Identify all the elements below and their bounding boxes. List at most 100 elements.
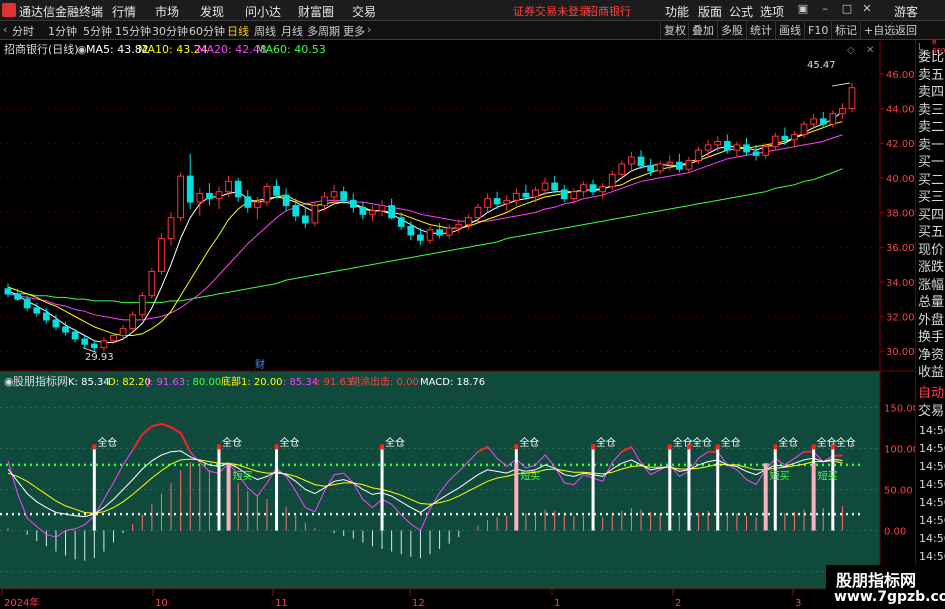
login-warning[interactable]: 证券交易未登录 [513, 3, 590, 19]
price-axis-label: 44.00 [886, 105, 915, 116]
candle-body [90, 343, 98, 349]
menu-options[interactable]: 选项 [760, 3, 784, 20]
candle-body [628, 156, 635, 165]
candle[interactable] [158, 233, 165, 275]
period-tab-daily[interactable]: 日线 [227, 23, 249, 39]
candle-body [138, 295, 146, 316]
period-tab-weekly[interactable]: 周线 [254, 23, 276, 39]
candle-body [52, 319, 60, 328]
candle-body [158, 237, 165, 272]
candle-body [771, 135, 779, 148]
fq-button[interactable]: 复权 [660, 22, 689, 39]
candle-body [388, 205, 396, 219]
period-tab-timeshare[interactable]: 分时 [12, 23, 34, 39]
period-tab-15min[interactable]: 15分钟 [115, 23, 151, 39]
date-axis-label: 12 [412, 598, 425, 609]
full-signal-bar [591, 448, 595, 531]
menu-ask[interactable]: 问小达 [245, 3, 281, 20]
candle-body [167, 217, 175, 239]
menu-exchange[interactable]: 市场 [155, 3, 179, 20]
minimize-icon[interactable]: – [818, 2, 832, 16]
indicator-level80: : 80.00 [186, 377, 221, 388]
chart-close-icon[interactable]: ✕ [866, 45, 874, 56]
candle[interactable] [311, 202, 319, 227]
skin-icon[interactable]: ▣ [796, 2, 810, 16]
back-button[interactable]: 返回 [891, 22, 920, 39]
menu-function[interactable]: 功能 [665, 3, 689, 20]
indicator-v2: : 91.63 [317, 377, 352, 388]
trade-time-label: 14:56 [919, 442, 945, 455]
candle-body [186, 175, 194, 203]
trade-label[interactable]: 交易 [918, 404, 944, 419]
close-icon[interactable]: ✕ [860, 2, 874, 16]
menu-wealth[interactable]: 财富圈 [298, 3, 334, 20]
candle-body [723, 140, 731, 151]
chevron-right-icon: › [367, 23, 372, 36]
high-price-label: 45.47 [807, 60, 836, 71]
candle-body [589, 184, 597, 193]
finance-marker[interactable]: 财 [255, 358, 265, 371]
candle-body [311, 205, 319, 224]
full-signal-label: 全仓 [97, 436, 117, 449]
indicator-bottom: 底部1: 20.00 [221, 375, 283, 388]
multi-stock-button[interactable]: 多股 [717, 22, 746, 39]
full-signal-cap [274, 444, 279, 450]
auto-trade-label[interactable]: 自动 [918, 386, 944, 401]
quote-field-label: 买四 [918, 207, 945, 223]
draw-button[interactable]: 画线 [775, 22, 804, 39]
period-tab-60min[interactable]: 60分钟 [189, 23, 225, 39]
menu-trade[interactable]: 交易 [352, 3, 376, 20]
guest-label[interactable]: 游客 [894, 3, 918, 20]
overlay-button[interactable]: 叠加 [688, 22, 717, 39]
candle-body [512, 192, 520, 201]
maximize-icon[interactable]: □ [840, 2, 854, 16]
chevron-left-icon[interactable]: ‹ [3, 23, 7, 36]
indicator-name[interactable]: 股朋指标网 [13, 374, 68, 388]
candle[interactable] [848, 83, 856, 112]
candle[interactable] [148, 267, 156, 300]
indicator-attack: 胡涂出击: 0.00 [350, 375, 419, 388]
period-tab-multi[interactable]: 多周期 [307, 23, 340, 39]
mark-button[interactable]: 标记 [831, 22, 860, 39]
quote-field-label: 买五 [918, 225, 945, 240]
period-tab-1min[interactable]: 1分钟 [48, 23, 77, 39]
period-tab-30min[interactable]: 30分钟 [152, 23, 188, 39]
f10-button[interactable]: F10 [804, 22, 831, 39]
candle[interactable] [129, 311, 137, 333]
candle[interactable] [177, 172, 185, 222]
menu-formula[interactable]: 公式 [729, 3, 753, 20]
buy-signal-bar [811, 463, 816, 531]
stock-name-title: 招商银行 [587, 5, 631, 18]
period-tab-5min[interactable]: 5分钟 [83, 23, 112, 39]
indicator-j: J: 91.63 [146, 377, 185, 388]
candle-body [800, 123, 808, 136]
candle-body [570, 191, 578, 200]
indicator-axis-label: 0.00 [884, 527, 906, 538]
date-axis-label: 3 [795, 598, 801, 609]
stats-button[interactable]: 统计 [746, 22, 775, 39]
app-logo-icon [2, 3, 16, 17]
kline-chart[interactable]: 46.00 44.00 42.00 40.00 38.00 36.00 34.00 32.00… [0, 40, 945, 609]
full-signal-cap [217, 444, 221, 450]
quote-field-label: 涨幅 [918, 277, 945, 293]
quote-field-label: 净资 [918, 347, 945, 363]
full-signal-label: 全仓 [280, 436, 300, 449]
candle[interactable] [138, 292, 146, 319]
quote-field-label: 卖一 [918, 137, 945, 153]
menu-discover[interactable]: 发现 [200, 3, 224, 20]
candle-body [848, 87, 856, 110]
main-chart-title: 招商银行(日线) [4, 42, 79, 56]
full-signal-label: 全仓 [692, 436, 712, 449]
full-signal-label: 全仓 [721, 436, 741, 449]
menu-market[interactable]: 行情 [112, 3, 136, 20]
diamond-icon[interactable]: ◇ [847, 45, 855, 56]
quote-field-label: 买三 [918, 190, 945, 205]
full-signal-bar [716, 448, 720, 531]
trade-time-label: 14:56 [919, 550, 945, 563]
period-tab-more[interactable]: 更多 [343, 23, 365, 39]
candle[interactable] [263, 183, 271, 206]
candle-body [42, 312, 50, 321]
period-tab-monthly[interactable]: 月线 [281, 23, 303, 39]
quote-field-label: 总量 [918, 295, 945, 310]
menu-layout[interactable]: 版面 [698, 3, 722, 20]
